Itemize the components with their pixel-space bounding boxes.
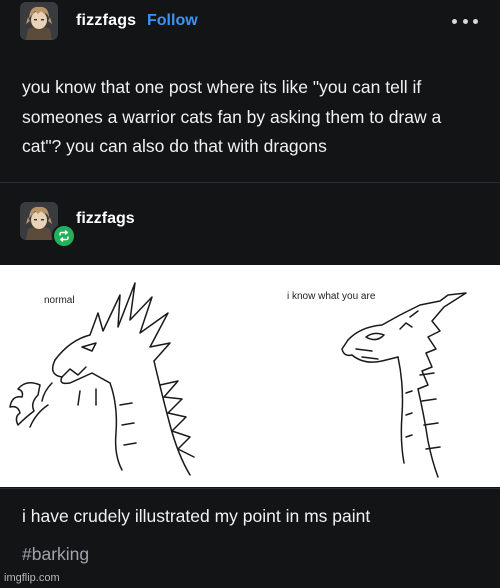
avatar-illustration-icon [20,2,58,40]
post-divider [0,182,500,183]
image-divider [0,488,500,489]
imgflip-watermark: imgflip.com [4,572,60,584]
avatar[interactable] [20,2,58,40]
reblog-author-username[interactable]: fizzfags [76,210,135,228]
post-author-username[interactable]: fizzfags [76,12,136,30]
post-body-text: you know that one post where its like "y… [22,77,442,156]
tag-link[interactable]: #barking [22,544,89,565]
follow-button[interactable]: Follow [147,12,198,30]
reblog-icon [52,224,76,248]
reblog-body-text: i have crudely illustrated my point in m… [22,506,371,526]
more-dots-icon[interactable] [452,11,478,31]
post-header: fizzfags Follow [0,0,500,44]
reblog-header: fizzfags [0,196,500,252]
dragon-comparison-image: normal i know what you are [0,265,500,487]
dragon-sketch-illustration [9,282,467,478]
